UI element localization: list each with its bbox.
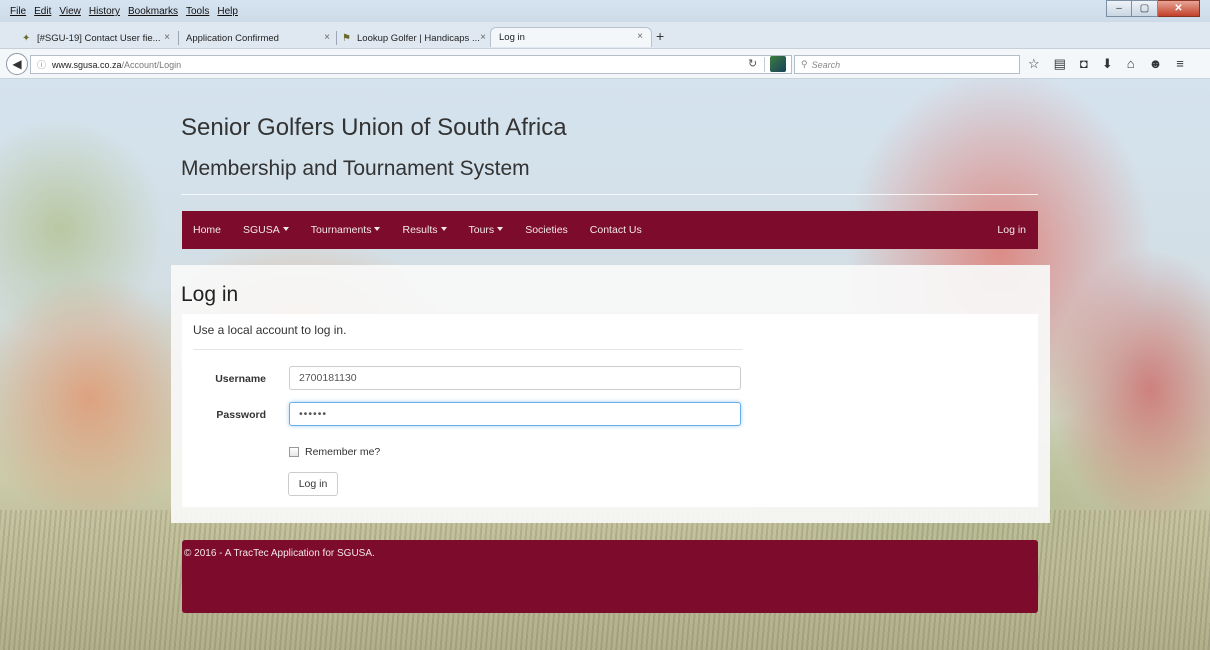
tab-application-confirmed[interactable]: Application Confirmed × bbox=[186, 29, 330, 47]
golf-flag-icon: ⚑ bbox=[342, 32, 351, 44]
caret-down-icon bbox=[282, 227, 289, 231]
reading-list-icon[interactable]: ▤ bbox=[1054, 56, 1066, 72]
page-title: Log in bbox=[181, 283, 239, 306]
pocket-icon[interactable]: ◘ bbox=[1080, 56, 1088, 72]
site-footer: © 2016 - A TracTec Application for SGUSA… bbox=[182, 540, 1038, 613]
main-navigation: Home SGUSA Tournaments Results Tours Soc… bbox=[182, 211, 1038, 249]
header-divider bbox=[181, 194, 1038, 195]
nav-label: Tournaments bbox=[310, 224, 372, 236]
caret-down-icon bbox=[374, 227, 381, 231]
maximize-button[interactable]: ▢ bbox=[1132, 0, 1158, 17]
nav-label: Tours bbox=[468, 224, 495, 236]
tab-label: [#SGU-19] Contact User fie... bbox=[37, 32, 161, 44]
remember-me-checkbox[interactable] bbox=[289, 447, 299, 457]
site-header: Senior Golfers Union of South Africa Mem… bbox=[181, 114, 1041, 180]
close-tab-icon[interactable]: × bbox=[637, 31, 643, 42]
username-label: Username bbox=[215, 373, 266, 385]
addon-icon[interactable] bbox=[770, 56, 786, 72]
menu-history[interactable]: History bbox=[89, 6, 120, 17]
tab-separator bbox=[178, 31, 179, 45]
menu-help[interactable]: Help bbox=[217, 6, 238, 17]
chat-icon[interactable]: ☻ bbox=[1149, 56, 1163, 72]
tab-lookup-golfer[interactable]: ⚑ Lookup Golfer | Handicaps ... × bbox=[342, 29, 486, 47]
url-bar[interactable]: ⓘ www.sgusa.co.za /Account/Login bbox=[30, 55, 792, 74]
caret-down-icon bbox=[440, 227, 447, 231]
reload-icon[interactable]: ↻ bbox=[748, 57, 757, 70]
footer-copyright: © 2016 - A TracTec Application for SGUSA… bbox=[184, 548, 375, 559]
new-tab-button[interactable]: + bbox=[656, 28, 664, 44]
info-icon[interactable]: ⓘ bbox=[37, 58, 46, 71]
close-window-button[interactable]: ✕ bbox=[1158, 0, 1200, 17]
nav-label: SGUSA bbox=[243, 224, 280, 236]
close-tab-icon[interactable]: × bbox=[164, 32, 170, 43]
tab-label: Lookup Golfer | Handicaps ... bbox=[357, 32, 480, 44]
search-icon: ⚲ bbox=[801, 59, 808, 69]
password-label: Password bbox=[216, 409, 266, 421]
browser-chrome: File Edit View History Bookmarks Tools H… bbox=[0, 0, 1210, 78]
url-path: /Account/Login bbox=[121, 59, 182, 70]
nav-tournaments[interactable]: Tournaments bbox=[300, 224, 392, 236]
search-input[interactable]: ⚲ Search bbox=[794, 55, 1020, 74]
bookmark-star-icon[interactable]: ☆ bbox=[1028, 56, 1040, 72]
menu-bookmarks[interactable]: Bookmarks bbox=[128, 6, 178, 17]
nav-tours[interactable]: Tours bbox=[458, 224, 515, 236]
login-instructions: Use a local account to log in. bbox=[193, 323, 347, 337]
tab-label: Application Confirmed bbox=[186, 32, 279, 44]
menu-tools[interactable]: Tools bbox=[186, 6, 209, 17]
search-placeholder: Search bbox=[811, 59, 841, 70]
toolbar-icons: ☆ ▤ ◘ ⬇ ⌂ ☻ ≡ bbox=[1028, 56, 1184, 72]
url-host: www.sgusa.co.za bbox=[52, 59, 122, 70]
nav-sgusa[interactable]: SGUSA bbox=[232, 224, 300, 236]
site-subtitle: Membership and Tournament System bbox=[181, 157, 530, 180]
window-controls: – ▢ ✕ bbox=[1106, 0, 1200, 17]
nav-label: Societies bbox=[525, 224, 568, 236]
tab-log-in[interactable]: Log in × bbox=[490, 27, 652, 47]
tab-label: Log in bbox=[499, 32, 525, 43]
menu-bar: File Edit View History Bookmarks Tools H… bbox=[0, 0, 1210, 22]
menu-hamburger-icon[interactable]: ≡ bbox=[1176, 56, 1184, 72]
log-in-button[interactable]: Log in bbox=[288, 472, 338, 496]
nav-label: Results bbox=[402, 224, 438, 236]
nav-label: Contact Us bbox=[589, 224, 642, 236]
download-icon[interactable]: ⬇ bbox=[1102, 56, 1113, 72]
nav-log-in[interactable]: Log in bbox=[986, 224, 1038, 236]
toolbar-separator bbox=[764, 57, 765, 72]
nav-societies[interactable]: Societies bbox=[514, 224, 579, 236]
back-arrow-icon: ◀ bbox=[12, 57, 22, 71]
navigation-toolbar: ◀ ⓘ www.sgusa.co.za /Account/Login ↻ ⚲ S… bbox=[0, 48, 1210, 78]
remember-me[interactable]: Remember me? bbox=[289, 446, 380, 458]
nav-label: Home bbox=[193, 224, 222, 236]
remember-me-label: Remember me? bbox=[305, 446, 381, 458]
menu-edit[interactable]: Edit bbox=[34, 6, 51, 17]
close-tab-icon[interactable]: × bbox=[324, 32, 330, 43]
password-field[interactable]: •••••• bbox=[289, 402, 741, 426]
nav-contact-us[interactable]: Contact Us bbox=[579, 224, 653, 236]
username-field[interactable]: 2700181130 bbox=[289, 366, 741, 390]
menu-view[interactable]: View bbox=[59, 6, 81, 17]
home-icon[interactable]: ⌂ bbox=[1127, 56, 1135, 72]
nav-results[interactable]: Results bbox=[391, 224, 457, 236]
minimize-button[interactable]: – bbox=[1106, 0, 1132, 17]
tab-bar: ✦ [#SGU-19] Contact User fie... × Applic… bbox=[0, 25, 1210, 47]
menu-file[interactable]: File bbox=[10, 6, 26, 17]
back-button[interactable]: ◀ bbox=[6, 53, 28, 75]
form-divider bbox=[193, 349, 743, 350]
nav-home[interactable]: Home bbox=[182, 224, 232, 236]
tab-sgu-19[interactable]: ✦ [#SGU-19] Contact User fie... × bbox=[22, 29, 170, 47]
site-title: Senior Golfers Union of South Africa bbox=[181, 114, 567, 141]
tab-separator bbox=[336, 31, 337, 45]
close-tab-icon[interactable]: × bbox=[480, 32, 486, 43]
caret-down-icon bbox=[497, 227, 504, 231]
jira-icon: ✦ bbox=[22, 32, 31, 44]
